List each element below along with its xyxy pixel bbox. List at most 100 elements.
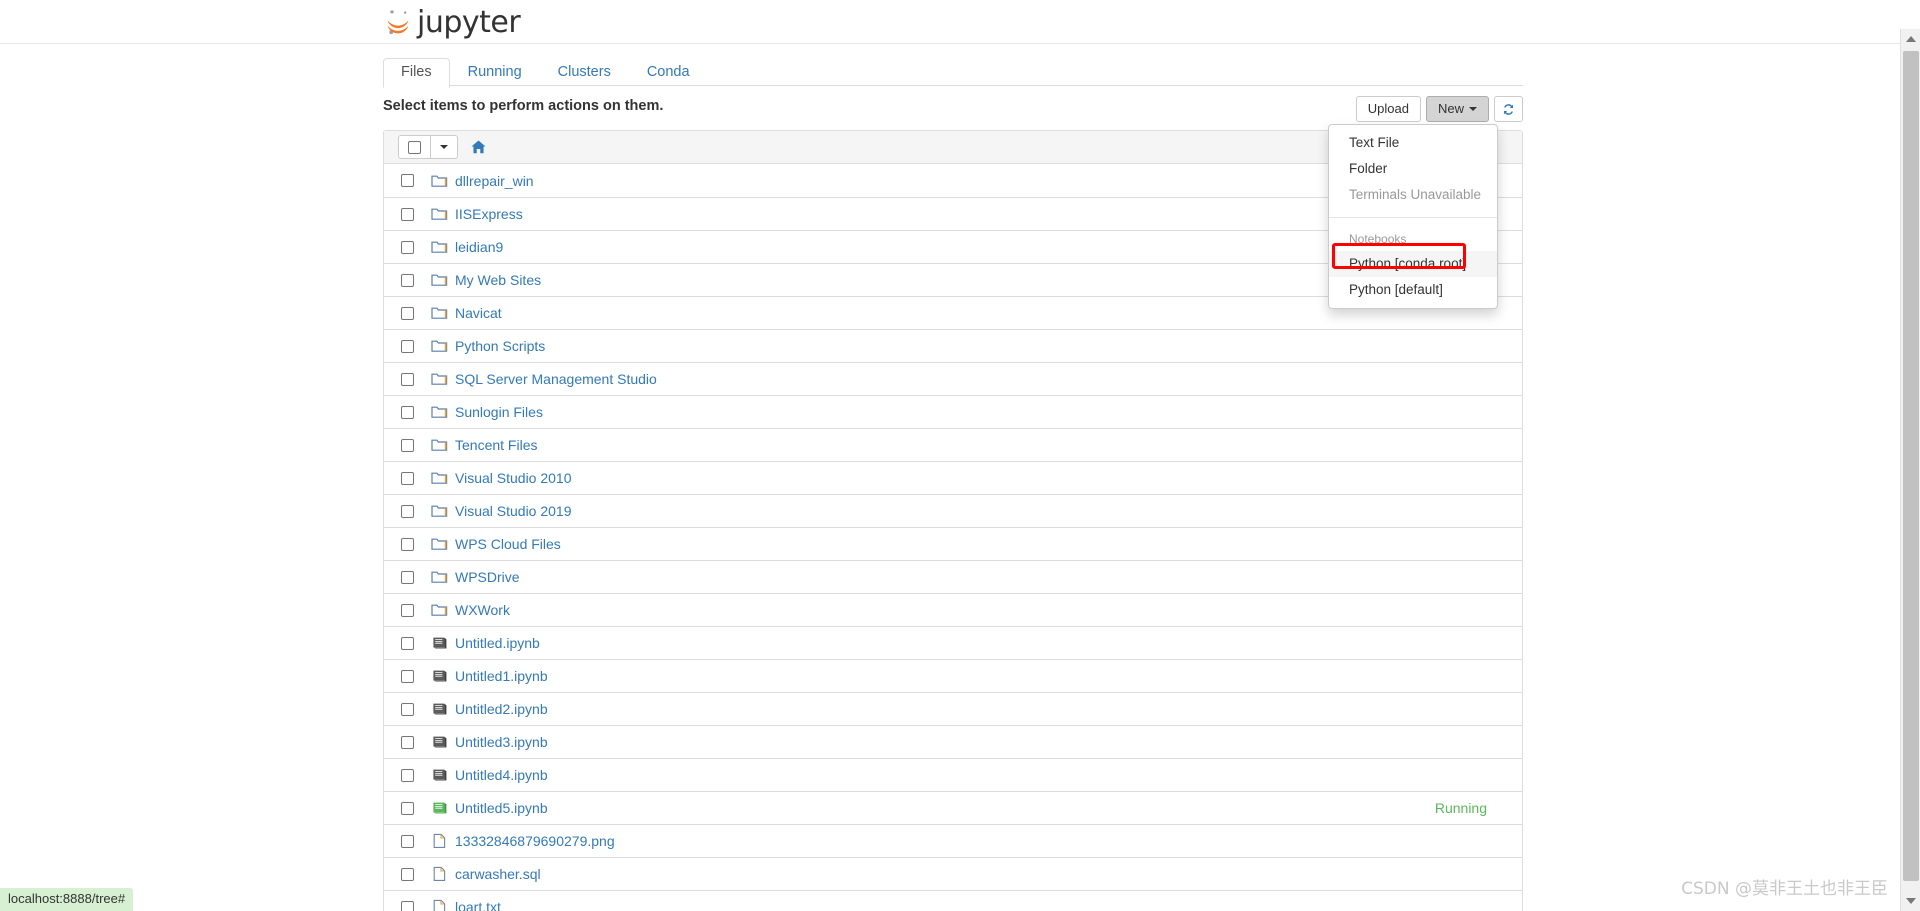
menu-item[interactable]: Python [default] [1329,277,1497,303]
row-checkbox[interactable] [401,306,414,320]
row-checkbox[interactable] [401,504,414,518]
tab-running[interactable]: Running [450,58,540,87]
row-checkbox[interactable] [401,174,414,187]
row-checkbox[interactable] [401,273,414,287]
file-name-link[interactable]: Untitled2.ipynb [455,701,548,717]
menu-item: Terminals Unavailable [1349,187,1482,202]
notebook-icon [433,703,447,715]
file-row[interactable]: loart.txt [384,890,1522,911]
row-checkbox[interactable] [401,537,414,551]
file-row[interactable]: Sunlogin Files [384,395,1522,428]
row-checkbox[interactable] [401,339,414,353]
row-checkbox[interactable] [401,570,414,584]
scrollbar-thumb[interactable] [1903,51,1919,881]
file-row[interactable]: Visual Studio 2019 [384,494,1522,527]
notebook-running-icon [433,802,447,814]
row-checkbox[interactable] [401,801,414,815]
file-name-link[interactable]: Visual Studio 2019 [455,503,572,519]
new-dropdown-menu: Text File Folder Terminals Unavailable Note… [1328,124,1498,309]
row-checkbox[interactable] [401,372,414,386]
upload-button[interactable]: Upload [1355,96,1421,122]
file-name-link[interactable]: Visual Studio 2010 [455,470,572,486]
menu-item[interactable]: Text File [1329,130,1497,156]
folder-icon [431,538,448,550]
file-row[interactable]: Untitled5.ipynb Running [384,791,1522,824]
menu-item[interactable]: Python [conda root] [1329,251,1497,277]
file-row[interactable]: Untitled3.ipynb [384,725,1522,758]
file-name-link[interactable]: Untitled4.ipynb [455,767,548,783]
row-checkbox[interactable] [401,240,414,254]
row-checkbox[interactable] [401,702,414,716]
folder-icon [431,307,448,319]
row-checkbox[interactable] [401,636,414,650]
file-name-link[interactable]: Navicat [455,305,502,321]
page-scrollbar[interactable] [1900,29,1920,911]
file-name-link[interactable]: SQL Server Management Studio [455,371,657,387]
row-checkbox[interactable] [401,867,414,881]
file-name-link[interactable]: Tencent Files [455,437,537,453]
new-button-label: New [1437,101,1464,116]
file-name-link[interactable]: WPS Cloud Files [455,536,561,552]
file-name-link[interactable]: WXWork [455,602,510,618]
file-name-link[interactable]: My Web Sites [455,272,541,288]
jupyter-logo[interactable]: jupyter [383,0,521,44]
file-name-link[interactable]: carwasher.sql [455,866,541,882]
file-name-link[interactable]: 13332846879690279.png [455,833,615,849]
row-checkbox[interactable] [401,768,414,782]
main-tabs: Files Running Clusters Conda [383,57,1523,88]
chevron-down-icon [440,145,448,149]
notebook-icon [433,736,447,748]
file-row[interactable]: Python Scripts [384,329,1522,362]
file-row[interactable]: WPS Cloud Files [384,527,1522,560]
refresh-button[interactable] [1494,96,1523,122]
file-row[interactable]: Untitled1.ipynb [384,659,1522,692]
row-checkbox[interactable] [401,669,414,683]
tab-files[interactable]: Files [383,58,450,88]
file-name-link[interactable]: WPSDrive [455,569,520,585]
row-checkbox[interactable] [401,735,414,749]
menu-item[interactable]: Folder [1329,156,1497,182]
scrollbar-up-button[interactable] [1901,29,1920,49]
file-name-link[interactable]: IISExpress [455,206,523,222]
folder-icon [431,505,448,517]
row-checkbox[interactable] [401,603,414,617]
file-row[interactable]: WPSDrive [384,560,1522,593]
file-row[interactable]: Tencent Files [384,428,1522,461]
row-checkbox[interactable] [401,207,414,221]
select-all-dropdown-button[interactable] [431,135,458,159]
row-checkbox[interactable] [401,471,414,485]
file-name-link[interactable]: Sunlogin Files [455,404,543,420]
row-checkbox[interactable] [401,834,414,848]
file-row[interactable]: carwasher.sql [384,857,1522,890]
file-row[interactable]: WXWork [384,593,1522,626]
row-checkbox[interactable] [401,438,414,452]
file-name-link[interactable]: Untitled3.ipynb [455,734,548,750]
row-checkbox[interactable] [401,900,414,911]
selection-notice: Select items to perform actions on them. [383,98,664,114]
file-name-link[interactable]: Untitled1.ipynb [455,668,548,684]
home-icon[interactable] [471,140,486,154]
file-name-link[interactable]: Untitled.ipynb [455,635,540,651]
select-all-checkbox[interactable] [398,135,431,159]
scrollbar-down-button[interactable] [1901,891,1920,911]
new-button[interactable]: New [1425,96,1489,122]
file-row[interactable]: SQL Server Management Studio [384,362,1522,395]
file-row[interactable]: Untitled2.ipynb [384,692,1522,725]
file-row[interactable]: Untitled.ipynb [384,626,1522,659]
file-name-link[interactable]: dllrepair_win [455,173,534,189]
refresh-icon [1503,103,1514,115]
row-checkbox[interactable] [401,405,414,419]
file-row[interactable]: Visual Studio 2010 [384,461,1522,494]
status-bar-url: localhost:8888/tree# [0,888,134,911]
tab-clusters[interactable]: Clusters [540,58,629,87]
tab-conda[interactable]: Conda [629,58,708,87]
file-row[interactable]: 13332846879690279.png [384,824,1522,857]
file-row[interactable]: Untitled4.ipynb [384,758,1522,791]
file-icon [433,866,446,881]
folder-icon [431,472,448,484]
file-name-link[interactable]: loart.txt [455,899,501,911]
file-name-link[interactable]: Untitled5.ipynb [455,800,548,816]
file-name-link[interactable]: Python Scripts [455,338,545,354]
notebook-icon [433,670,447,682]
file-name-link[interactable]: leidian9 [455,239,503,255]
